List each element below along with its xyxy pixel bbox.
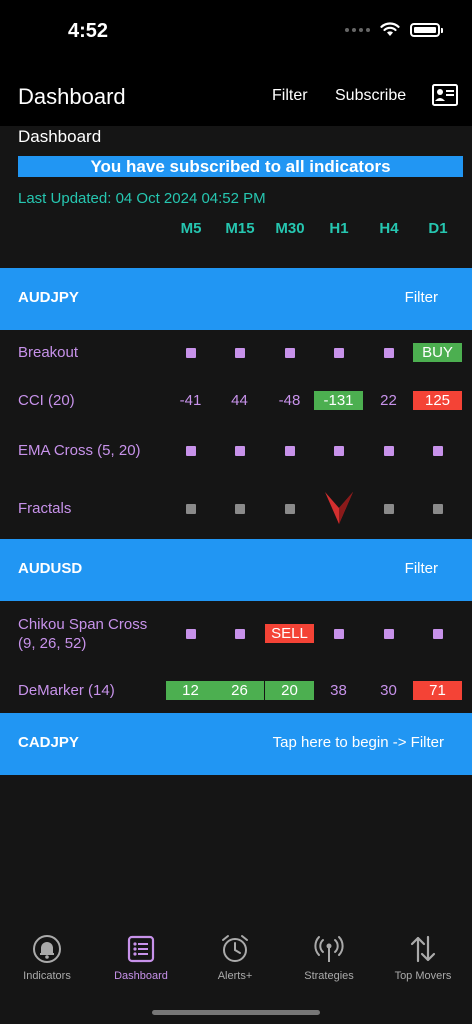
group-header-cadjpy: CADJPY Tap here to begin -> Filter [0,713,472,775]
timeframe-m15: M15 [225,220,255,237]
signal-cell[interactable] [413,441,462,460]
value-cell[interactable]: 38 [314,681,363,700]
group-filter-button[interactable]: Tap here to begin -> Filter [273,734,444,751]
signal-cell[interactable] [364,624,413,643]
group-filter-button[interactable]: Filter [405,289,438,306]
indicator-label-cci[interactable]: CCI (20) [18,391,75,410]
alarm-clock-icon [222,935,248,962]
tab-alerts-plus[interactable]: Alerts+ [188,934,282,982]
value-cell[interactable]: 125 [413,391,462,410]
signal-cell[interactable] [166,441,215,460]
group-pair: CADJPY [18,734,79,751]
signal-cell[interactable] [166,343,215,362]
group-header-audusd: AUDUSD Filter [0,539,472,601]
signal-cell[interactable] [364,441,413,460]
last-updated: Last Updated: 04 Oct 2024 04:52 PM [18,190,266,207]
signal-cell[interactable] [314,441,363,460]
buy-badge[interactable]: BUY [413,343,462,362]
indicator-label-chikou-span-cross[interactable]: Chikou Span Cross (9, 26, 52) [18,615,168,653]
tab-bar: Indicators Dashboard Alerts+ Strategies … [0,920,472,1024]
tab-indicators[interactable]: Indicators [0,934,94,982]
battery-icon [410,22,443,37]
signal-cell[interactable] [166,624,215,643]
tab-top-movers[interactable]: Top Movers [376,934,470,982]
home-indicator [152,1010,320,1015]
signal-cell[interactable] [166,499,215,518]
signal-cell[interactable] [364,343,413,362]
value-cell[interactable]: 20 [265,681,314,700]
value-cell[interactable]: 30 [364,681,413,700]
value-cell[interactable]: -48 [265,391,314,410]
tab-label: Alerts+ [217,970,253,982]
sell-badge[interactable]: SELL [265,624,314,643]
status-time: 4:52 [68,20,109,42]
tab-strategies[interactable]: Strategies [282,934,376,982]
timeframe-m30: M30 [275,220,305,237]
status-icons [345,22,443,37]
value-cell[interactable]: 44 [215,391,264,410]
value-cell[interactable]: -131 [314,391,363,410]
indicator-label-fractals[interactable]: Fractals [18,499,71,518]
tab-label: Strategies [304,970,354,982]
section-title: Dashboard [18,127,102,146]
signal-cell[interactable] [314,624,363,643]
signal-cell[interactable] [215,624,264,643]
value-cell[interactable]: 71 [413,681,462,700]
bell-icon [33,935,61,963]
tab-label: Dashboard [114,970,168,982]
value-cell[interactable]: 12 [166,681,215,700]
subscription-banner: You have subscribed to all indicators [18,156,463,177]
cellular-signal-icon [345,27,370,32]
signal-cell[interactable] [314,343,363,362]
contact-card-icon[interactable] [432,84,458,106]
indicator-label-demarker[interactable]: DeMarker (14) [18,681,115,700]
timeframe-d1: D1 [428,220,448,237]
signal-cell[interactable] [413,499,462,518]
page-title: Dashboard [18,84,126,109]
group-pair: AUDUSD [18,560,83,577]
tab-label: Indicators [23,970,71,982]
broadcast-icon [314,936,344,962]
timeframe-h1: H1 [329,220,349,237]
group-filter-button[interactable]: Filter [405,560,438,577]
list-icon [127,935,155,963]
indicator-label-ema-cross[interactable]: EMA Cross (5, 20) [18,441,141,460]
tab-label: Top Movers [394,970,452,982]
signal-cell[interactable] [215,343,264,362]
status-bar: 4:52 [0,0,472,64]
signal-cell[interactable] [364,499,413,518]
indicator-label-breakout[interactable]: Breakout [18,343,78,362]
filter-button[interactable]: Filter [272,87,308,105]
group-pair: AUDJPY [18,289,79,306]
signal-cell[interactable] [265,343,314,362]
signal-cell[interactable] [413,624,462,643]
down-arrow-icon[interactable] [323,490,355,526]
signal-cell[interactable] [215,441,264,460]
group-header-audjpy: AUDJPY Filter [0,268,472,330]
timeframe-h4: H4 [379,220,399,237]
subscribe-button[interactable]: Subscribe [335,87,406,105]
signal-cell[interactable] [265,499,314,518]
signal-cell[interactable] [215,499,264,518]
signal-cell[interactable] [265,441,314,460]
value-cell[interactable]: 26 [215,681,264,700]
value-cell[interactable]: -41 [166,391,215,410]
wifi-icon [380,22,400,36]
value-cell[interactable]: 22 [364,391,413,410]
arrows-up-down-icon [410,935,436,963]
nav-bar: Dashboard Filter Subscribe [0,64,472,126]
tab-dashboard[interactable]: Dashboard [94,934,188,982]
timeframe-m5: M5 [180,220,202,237]
